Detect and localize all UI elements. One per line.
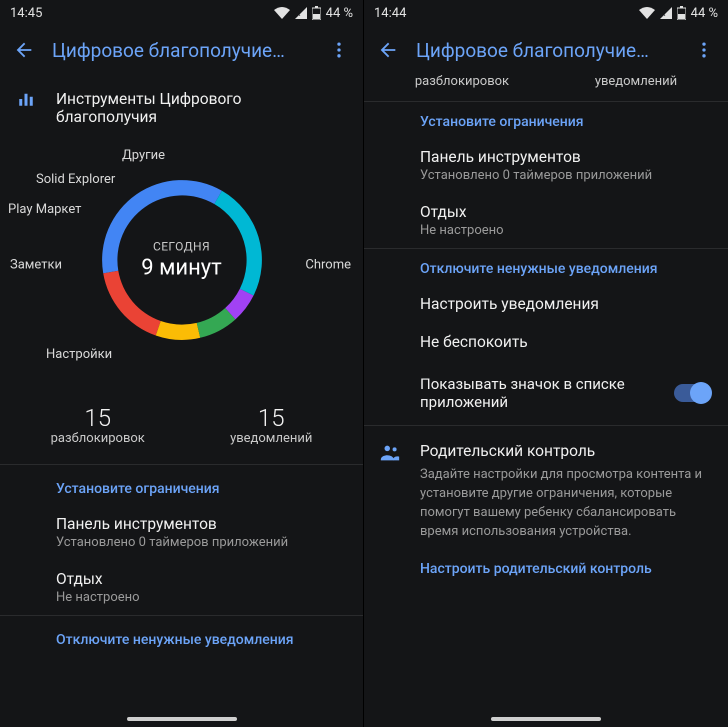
phone-right: 14:44 х 44 % Цифровое благополучие… разб…: [364, 0, 728, 727]
stat-notifs[interactable]: 15 уведомлений: [230, 404, 312, 446]
stats-peek: разблокировок уведомлений: [364, 74, 728, 101]
battery-text: 44 %: [326, 6, 353, 21]
limits-header: Установите ограничения: [0, 465, 363, 505]
phone-left: 14:45 х 44 % Цифровое благополучие… Инст…: [0, 0, 364, 727]
signal-icon: х: [295, 7, 307, 19]
more-vert-icon: [694, 40, 714, 60]
tools-heading: Инструменты Цифрового благополучия: [56, 90, 345, 126]
manage-notifs-title: Настроить уведомления: [420, 295, 710, 313]
toggle-switch[interactable]: [674, 384, 710, 402]
chart-center: СЕГОДНЯ 9 минут: [141, 240, 222, 281]
chart-label-notes: Заметки: [10, 258, 62, 273]
parental-section: Родительский контроль Задайте настройки …: [364, 426, 728, 547]
parental-title: Родительский контроль: [420, 442, 710, 460]
chart-label-settings: Настройки: [46, 347, 112, 362]
chart-label-solid: Solid Explorer: [36, 172, 115, 187]
stats-row: 15 разблокировок 15 уведомлений: [0, 390, 363, 464]
stat-notifs-num: 15: [230, 404, 312, 432]
winddown-title: Отдых: [56, 570, 345, 588]
wifi-icon: [274, 7, 290, 19]
page-title: Цифровое благополучие…: [52, 39, 311, 62]
tools-heading-row: Инструменты Цифрового благополучия: [0, 74, 363, 130]
parental-setup-link[interactable]: Настроить родительский контроль: [364, 547, 728, 591]
show-icon-toggle-row[interactable]: Показывать значок в списке приложений: [364, 361, 728, 425]
wifi-icon: [639, 7, 655, 19]
dashboard-item[interactable]: Панель инструментов Установлено 0 таймер…: [0, 505, 363, 560]
battery-icon: [312, 6, 321, 20]
show-icon-label: Показывать значок в списке приложений: [420, 375, 662, 411]
back-button[interactable]: [372, 34, 404, 66]
stat-unlocks[interactable]: 15 разблокировок: [51, 404, 145, 446]
arrow-left-icon: [13, 39, 35, 61]
chart-center-bottom: 9 минут: [141, 256, 222, 281]
disable-notifs-header: Отключите ненужные уведомления: [0, 616, 363, 656]
winddown-sub: Не настроено: [420, 223, 710, 238]
status-time: 14:44: [374, 6, 406, 21]
parental-desc: Задайте настройки для просмотра контента…: [420, 466, 710, 541]
winddown-item[interactable]: Отдых Не настроено: [364, 193, 728, 248]
overflow-button[interactable]: [323, 34, 355, 66]
dashboard-sub: Установлено 0 таймеров приложений: [56, 535, 345, 550]
stat-unlocks-label: разблокировок: [51, 431, 145, 446]
battery-text: 44 %: [691, 6, 718, 21]
status-icons: х 44 %: [639, 6, 718, 21]
chart-label-other: Другие: [122, 148, 165, 163]
status-time: 14:45: [10, 6, 42, 21]
usage-chart[interactable]: СЕГОДНЯ 9 минут Chrome Настройки Заметки…: [0, 130, 363, 390]
bar-chart-icon: [14, 90, 38, 108]
nav-handle[interactable]: [491, 717, 601, 721]
winddown-sub: Не настроено: [56, 590, 345, 605]
svg-text:х: х: [297, 10, 301, 18]
status-bar: 14:44 х 44 %: [364, 0, 728, 26]
winddown-item[interactable]: Отдых Не настроено: [0, 560, 363, 615]
stat-unlocks-num: 15: [51, 404, 145, 432]
chart-label-play: Play Маркет: [8, 202, 81, 217]
overflow-button[interactable]: [688, 34, 720, 66]
limits-header: Установите ограничения: [364, 102, 728, 138]
page-title: Цифровое благополучие…: [416, 39, 676, 62]
dashboard-title: Панель инструментов: [56, 515, 345, 533]
status-bar: 14:45 х 44 %: [0, 0, 363, 26]
nav-handle[interactable]: [127, 717, 237, 721]
status-icons: х 44 %: [274, 6, 353, 21]
chart-label-chrome: Chrome: [305, 258, 351, 273]
family-icon: [378, 442, 402, 464]
winddown-title: Отдых: [420, 203, 710, 221]
app-bar: Цифровое благополучие…: [364, 26, 728, 74]
disable-notifs-header: Отключите ненужные уведомления: [364, 249, 728, 285]
chart-center-top: СЕГОДНЯ: [141, 240, 222, 254]
back-button[interactable]: [8, 34, 40, 66]
more-vert-icon: [329, 40, 349, 60]
svg-text:х: х: [662, 10, 666, 18]
peek-unlocks-label: разблокировок: [415, 74, 509, 89]
app-bar: Цифровое благополучие…: [0, 26, 363, 74]
dashboard-sub: Установлено 0 таймеров приложений: [420, 168, 710, 183]
dnd-title: Не беспокоить: [420, 333, 710, 351]
arrow-left-icon: [377, 39, 399, 61]
battery-icon: [677, 6, 686, 20]
signal-icon: х: [660, 7, 672, 19]
peek-notifs-label: уведомлений: [595, 74, 677, 89]
dashboard-title: Панель инструментов: [420, 148, 710, 166]
stat-notifs-label: уведомлений: [230, 431, 312, 446]
dnd-item[interactable]: Не беспокоить: [364, 323, 728, 361]
dashboard-item[interactable]: Панель инструментов Установлено 0 таймер…: [364, 138, 728, 193]
manage-notifs-item[interactable]: Настроить уведомления: [364, 285, 728, 323]
